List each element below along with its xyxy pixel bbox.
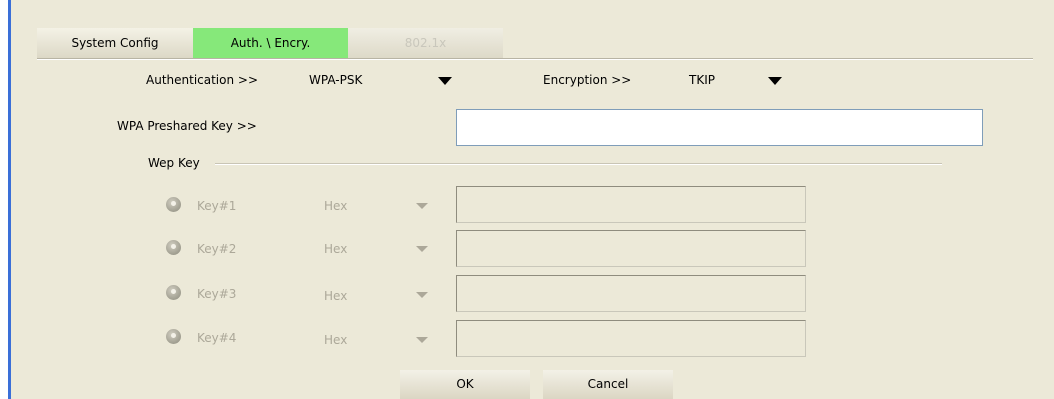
- key1-format-dropdown-icon: [416, 203, 428, 209]
- key4-label: Key#4: [197, 331, 237, 345]
- wep-key-group-divider-highlight: [215, 164, 942, 165]
- key1-radio: [166, 197, 181, 212]
- key4-format-dropdown-icon: [416, 337, 428, 343]
- tab-divider-highlight: [37, 59, 1033, 60]
- tab-auth-encry[interactable]: Auth. \ Encry.: [193, 28, 348, 58]
- tab-system-config[interactable]: System Config: [37, 28, 193, 58]
- key2-format-value: Hex: [324, 242, 348, 256]
- key1-input: [456, 186, 806, 223]
- encryption-label: Encryption >>: [543, 73, 632, 87]
- key4-radio: [166, 329, 181, 344]
- encryption-dropdown-icon[interactable]: [768, 77, 782, 85]
- wep-key-group-label: Wep Key: [148, 156, 200, 170]
- key3-format-value: Hex: [324, 289, 348, 303]
- key2-format-dropdown-icon: [416, 246, 428, 252]
- key1-format-value: Hex: [324, 199, 348, 213]
- authentication-dropdown-icon[interactable]: [438, 77, 452, 85]
- encryption-value: TKIP: [689, 73, 715, 87]
- key3-input: [456, 275, 806, 312]
- key3-label: Key#3: [197, 287, 237, 301]
- key3-format-dropdown-icon: [416, 292, 428, 298]
- authentication-label: Authentication >>: [146, 73, 259, 87]
- authentication-value: WPA-PSK: [309, 73, 363, 87]
- key2-label: Key#2: [197, 242, 237, 256]
- key2-input: [456, 230, 806, 267]
- preshared-key-input[interactable]: [456, 109, 983, 146]
- key1-label: Key#1: [197, 199, 237, 213]
- ok-button[interactable]: OK: [400, 370, 530, 399]
- key2-radio: [166, 240, 181, 255]
- cancel-button[interactable]: Cancel: [543, 370, 673, 399]
- tab-8021x: 802.1x: [348, 28, 503, 58]
- key3-radio: [166, 285, 181, 300]
- preshared-key-label: WPA Preshared Key >>: [117, 119, 257, 133]
- key4-format-value: Hex: [324, 333, 348, 347]
- window-left-margin: [0, 0, 8, 399]
- key4-input: [456, 320, 806, 357]
